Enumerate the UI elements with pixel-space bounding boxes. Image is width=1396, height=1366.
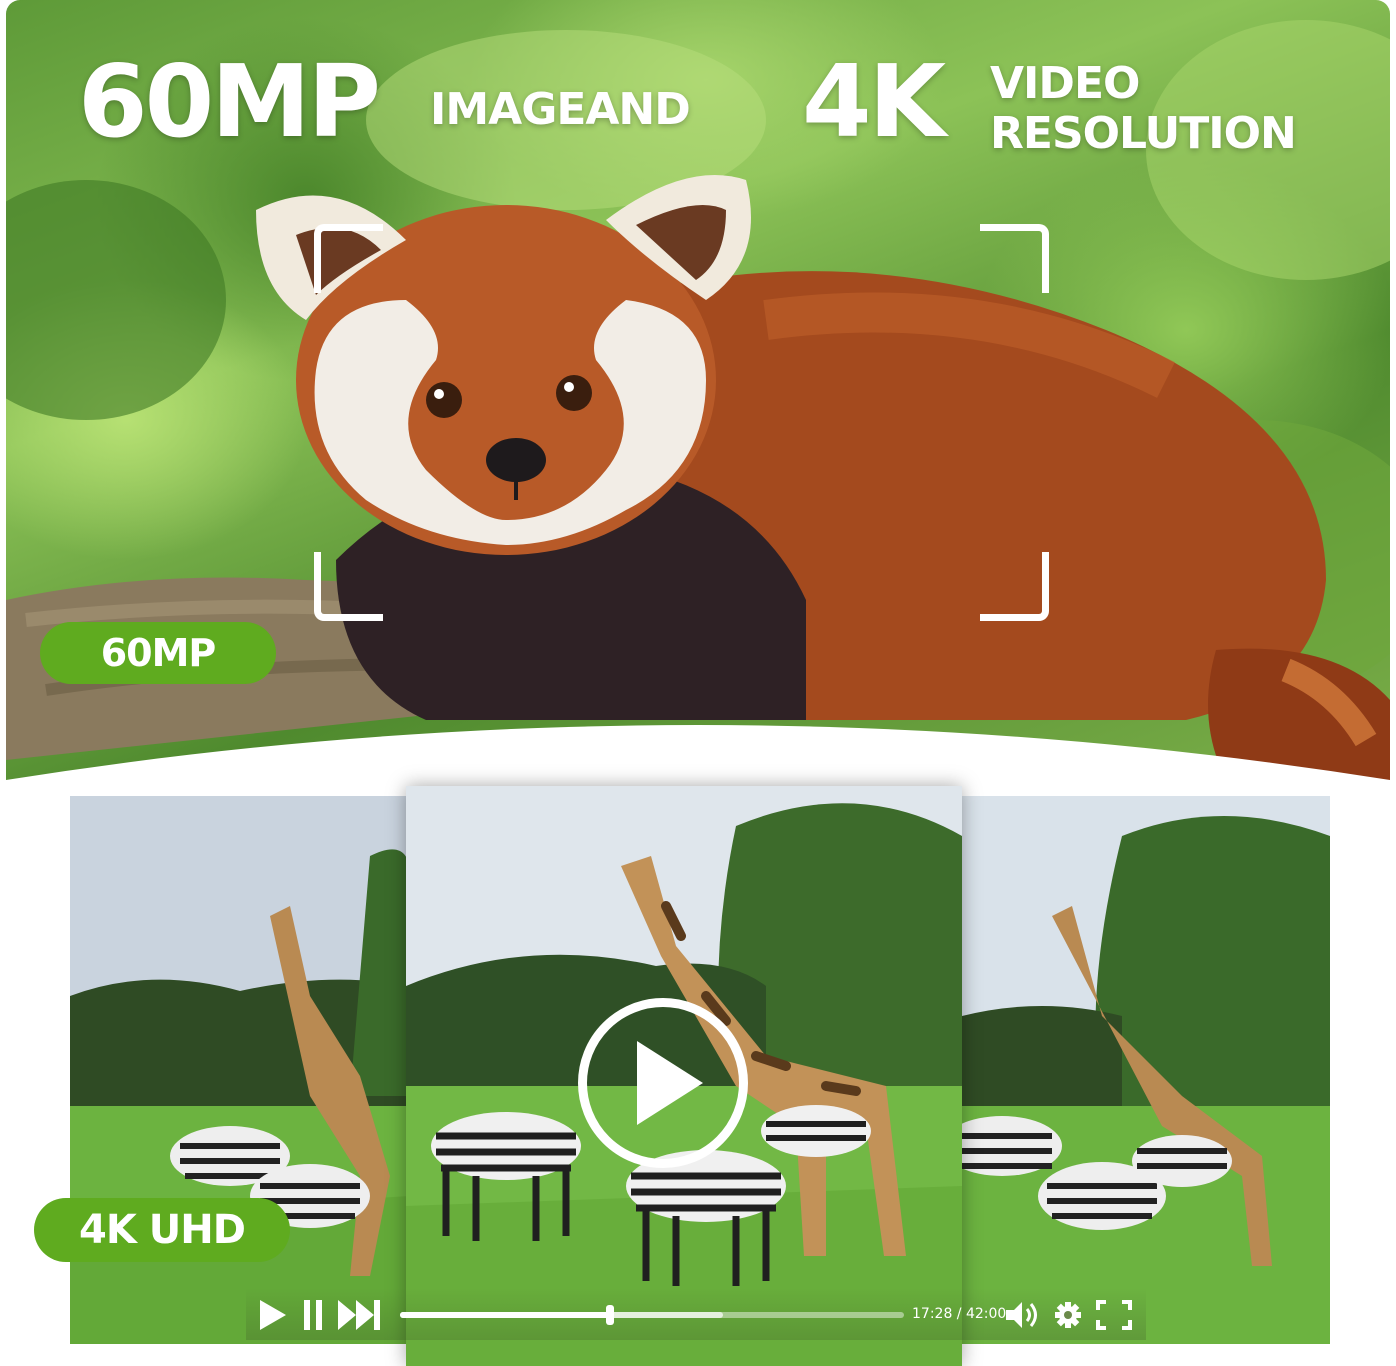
video-player-controls: 17:28 / 42:00 <box>246 1288 1146 1340</box>
hero-banner: 60MP IMAGEAND 4K VIDEO RESOLUTION 60MP <box>6 0 1390 780</box>
play-icon <box>637 1041 703 1125</box>
headline-resolution: RESOLUTION <box>990 108 1297 159</box>
time-separator: / <box>952 1306 966 1322</box>
fullscreen-icon[interactable] <box>1096 1300 1132 1330</box>
hero-headline: 60MP IMAGEAND 4K VIDEO RESOLUTION <box>6 0 1390 180</box>
giraffe-zebra-photo-right <box>962 796 1330 1344</box>
gear-icon[interactable] <box>1054 1300 1082 1330</box>
focus-corner-bottom-right-icon <box>980 552 1049 621</box>
next-icon[interactable] <box>338 1300 382 1330</box>
headline-4k: 4K <box>802 43 946 160</box>
video-frame-right <box>962 796 1330 1344</box>
badge-4k-uhd: 4K UHD <box>34 1198 290 1262</box>
progress-fill <box>400 1312 610 1318</box>
pause-icon[interactable] <box>304 1300 324 1330</box>
badge-60mp: 60MP <box>40 622 276 684</box>
hero-curve-divider <box>6 725 1390 780</box>
headline-60mp: 60MP <box>78 43 381 160</box>
headline-imageand: IMAGEAND <box>430 84 691 135</box>
headline-video: VIDEO <box>990 58 1140 109</box>
play-icon[interactable] <box>260 1300 286 1330</box>
volume-icon[interactable] <box>1006 1300 1042 1330</box>
time-total: 42:00 <box>965 1306 1007 1322</box>
progress-knob[interactable] <box>605 1305 614 1325</box>
focus-corner-top-left-icon <box>314 224 383 293</box>
time-current: 17:28 <box>912 1306 953 1322</box>
focus-corner-top-right-icon <box>980 224 1049 293</box>
time-readout: 17:28 / 42:00 <box>912 1306 1006 1322</box>
progress-track[interactable] <box>400 1305 904 1325</box>
focus-corner-bottom-left-icon <box>314 552 383 621</box>
play-button-overlay[interactable] <box>578 998 748 1168</box>
